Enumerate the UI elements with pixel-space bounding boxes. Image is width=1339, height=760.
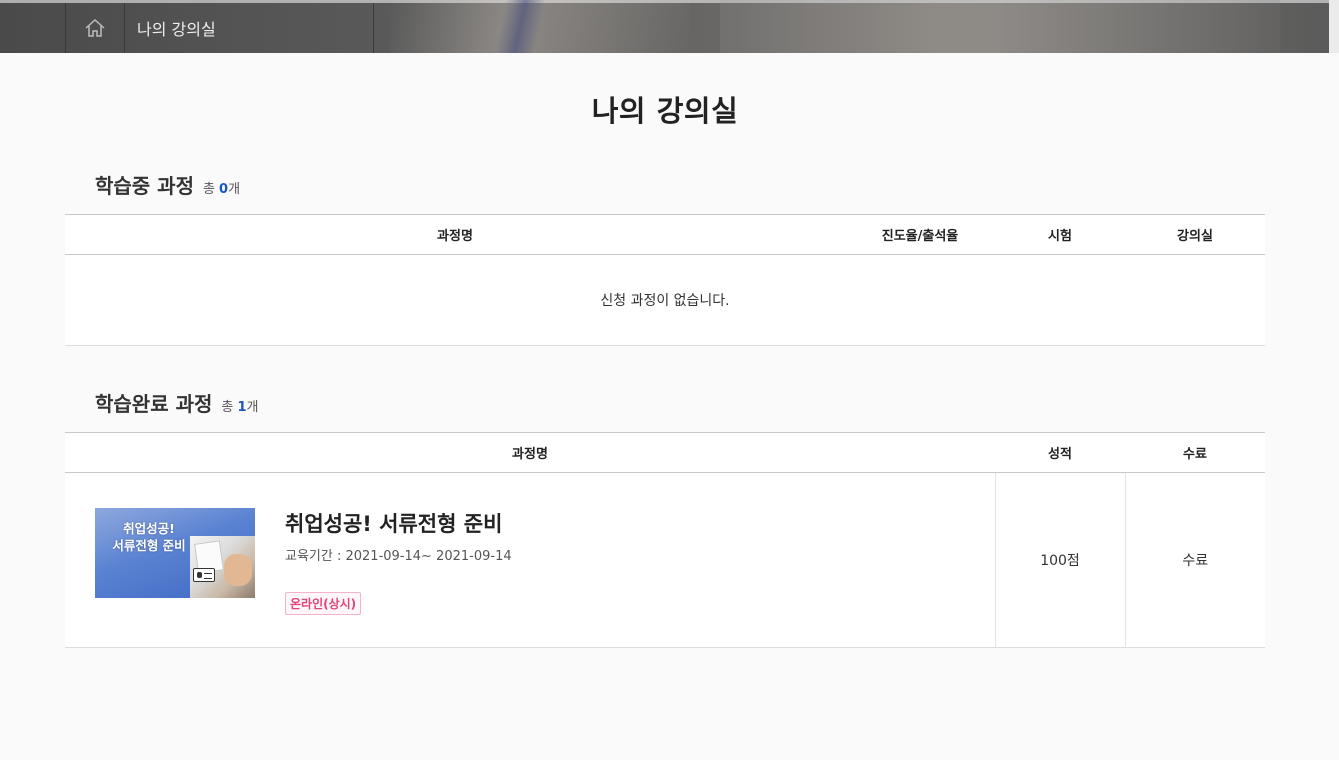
course-status: 수료 bbox=[1125, 472, 1265, 648]
course-type-badge: 온라인(상시) bbox=[285, 592, 362, 615]
course-period: 교육기간 : 2021-09-14~ 2021-09-14 bbox=[285, 549, 512, 564]
completed-count: 총 1개 bbox=[221, 400, 258, 415]
column-classroom: 강의실 bbox=[1125, 214, 1265, 255]
completed-title: 학습완료 과정 bbox=[95, 392, 213, 416]
thumbnail-text: 취업성공! 서류전형 준비 bbox=[103, 520, 195, 554]
in-progress-count: 총 0개 bbox=[203, 182, 240, 197]
completed-section-title: 학습완료 과정 총 1개 bbox=[95, 388, 258, 417]
course-thumbnail[interactable]: 취업성공! 서류전형 준비 bbox=[95, 508, 255, 598]
thumbnail-line2: 서류전형 준비 bbox=[112, 538, 186, 553]
in-progress-table: 과정명 진도율/출석율 시험 강의실 신청 과정이 없습니다. bbox=[65, 214, 1265, 346]
course-cell: 취업성공! 서류전형 준비 취업성공! 서류전형 준비 교육기간 : 2021-… bbox=[65, 472, 996, 648]
table-row: 취업성공! 서류전형 준비 취업성공! 서류전형 준비 교육기간 : 2021-… bbox=[65, 472, 1265, 648]
scrollbar[interactable] bbox=[1329, 0, 1339, 53]
column-exam: 시험 bbox=[995, 214, 1125, 255]
count-suffix: 개 bbox=[228, 182, 241, 197]
count-prefix: 총 bbox=[202, 182, 220, 197]
table-header-row: 과정명 성적 수료 bbox=[65, 432, 1265, 473]
breadcrumb-current[interactable]: 나의 강의실 bbox=[125, 3, 374, 53]
course-title-link[interactable]: 취업성공! 서류전형 준비 bbox=[285, 508, 502, 538]
home-button[interactable] bbox=[65, 3, 125, 53]
column-progress: 진도율/출석율 bbox=[845, 214, 995, 255]
banner-decoration-right bbox=[720, 0, 1280, 53]
column-course-name: 과정명 bbox=[65, 432, 995, 473]
table-row: 신청 과정이 없습니다. bbox=[65, 254, 1265, 346]
in-progress-section-title: 학습중 과정 총 0개 bbox=[95, 170, 240, 199]
column-completion: 수료 bbox=[1125, 432, 1265, 473]
column-score: 성적 bbox=[995, 432, 1125, 473]
top-banner: 나의 강의실 bbox=[0, 0, 1339, 53]
table-header-row: 과정명 진도율/출석율 시험 강의실 bbox=[65, 214, 1265, 255]
course-score: 100점 bbox=[995, 472, 1126, 648]
completed-table: 과정명 성적 수료 취업성공! 서류전형 준비 취업성공! 서류전형 준비 교육… bbox=[65, 432, 1265, 648]
home-icon bbox=[85, 18, 105, 37]
thumbnail-photo bbox=[190, 536, 255, 598]
id-card-icon bbox=[193, 568, 215, 582]
breadcrumb: 나의 강의실 bbox=[65, 3, 374, 53]
empty-message: 신청 과정이 없습니다. bbox=[65, 254, 1265, 346]
column-course-name: 과정명 bbox=[65, 214, 845, 255]
in-progress-title: 학습중 과정 bbox=[95, 174, 194, 198]
thumbnail-line1: 취업성공! bbox=[123, 521, 175, 536]
page-title: 나의 강의실 bbox=[591, 94, 739, 128]
count-number: 0 bbox=[219, 182, 229, 197]
count-prefix: 총 bbox=[221, 400, 238, 415]
count-suffix: 개 bbox=[246, 400, 259, 415]
